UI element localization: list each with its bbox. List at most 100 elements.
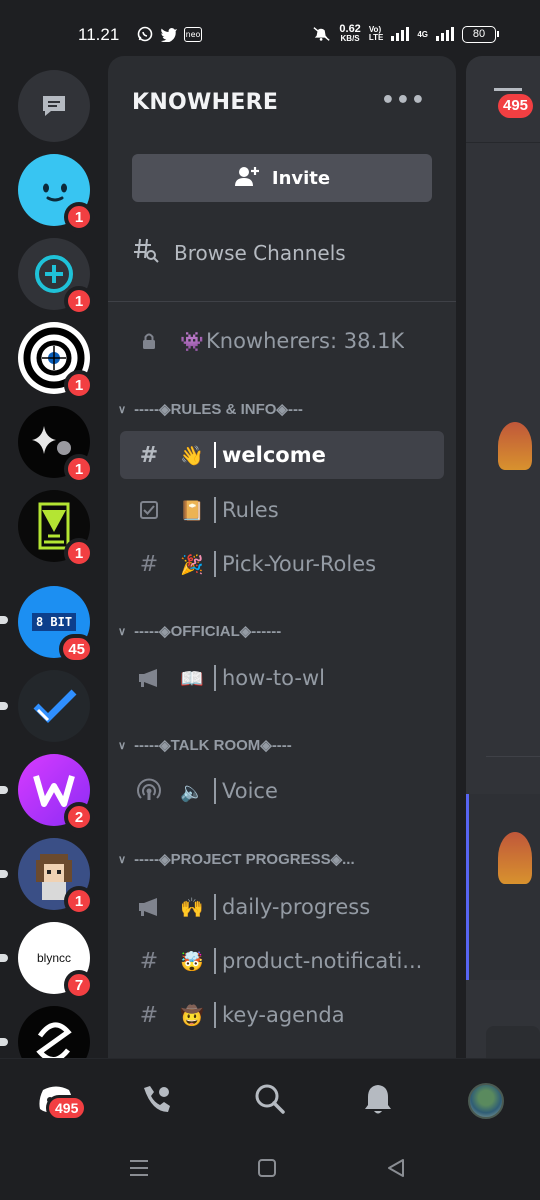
- hashtag-icon: #: [139, 948, 159, 974]
- network-type: 4G: [417, 29, 428, 39]
- channel-welcome[interactable]: # 👋 welcome: [120, 431, 444, 479]
- browse-channels-button[interactable]: Browse Channels: [132, 236, 346, 269]
- server-knot[interactable]: [18, 1006, 90, 1058]
- nav-notifications[interactable]: [356, 1079, 400, 1123]
- mind-blown-emoji: 🤯: [180, 950, 204, 973]
- member-count-row[interactable]: 👾 Knowherers: 38.1K: [120, 317, 444, 365]
- separator: [214, 778, 216, 804]
- category-project-progress[interactable]: ∨ -----◈PROJECT PROGRESS◈...: [118, 850, 355, 868]
- stage-voice-icon: [134, 778, 164, 804]
- separator: [214, 551, 216, 577]
- unread-badge: 45: [59, 634, 94, 664]
- notebook-emoji: 📔: [180, 499, 204, 522]
- unread-badge: 1: [64, 202, 94, 232]
- separator: [214, 948, 216, 974]
- wave-emoji: 👋: [180, 444, 204, 467]
- server-title[interactable]: KNOWHERE: [132, 90, 278, 115]
- twitter-icon: [160, 26, 178, 42]
- server-gem[interactable]: 1: [18, 490, 94, 568]
- server-plus[interactable]: 1: [18, 238, 94, 316]
- category-rules-info[interactable]: ∨ -----◈RULES & INFO◈---: [118, 400, 303, 418]
- unread-badge: 1: [64, 286, 94, 316]
- speaker-emoji: 🔈: [180, 780, 204, 803]
- search-icon: [254, 1083, 286, 1119]
- server-smiley[interactable]: 1: [18, 154, 94, 232]
- separator: [214, 442, 216, 468]
- whatsapp-icon: [136, 26, 154, 42]
- hamburger-icon: [494, 88, 522, 91]
- category-label: -----◈RULES & INFO◈---: [134, 401, 303, 418]
- channel-daily-progress[interactable]: 🙌 daily-progress: [120, 883, 444, 931]
- signal-bars-2-icon: [436, 27, 454, 41]
- unread-pill: [0, 870, 8, 878]
- cowboy-emoji: 🤠: [180, 1004, 204, 1027]
- party-emoji: 🎉: [180, 553, 204, 576]
- unread-badge: 495: [498, 94, 534, 118]
- divider: [108, 301, 456, 302]
- chevron-down-icon: ∨: [118, 853, 127, 866]
- chat-preview-strip[interactable]: 495: [466, 56, 540, 1058]
- highlighted-message: [466, 794, 540, 980]
- category-talk-room[interactable]: ∨ -----◈TALK ROOM◈----: [118, 736, 292, 754]
- server-8bit[interactable]: 8 BIT 45: [18, 586, 94, 664]
- channel-key-agenda[interactable]: # 🤠 key-agenda: [120, 991, 444, 1039]
- bottom-nav: 495: [0, 1058, 540, 1142]
- home-square-icon[interactable]: [257, 1158, 277, 1182]
- megaphone-icon: [134, 668, 164, 688]
- mute-icon: [313, 26, 331, 42]
- status-bar: 11.21 neo 0.62 KB/S Vo) LTE 4G 80: [0, 0, 540, 56]
- unread-pill: [0, 954, 8, 962]
- hashtag-icon: #: [139, 1002, 159, 1028]
- raised-hands-emoji: 🙌: [180, 896, 204, 919]
- separator: [214, 1002, 216, 1028]
- server-w[interactable]: 2: [18, 754, 94, 832]
- unread-badge: 1: [64, 886, 94, 916]
- signal-bars-icon: [391, 27, 410, 41]
- chat-bubble-icon: [18, 70, 90, 142]
- separator: [214, 665, 216, 691]
- category-label: -----◈PROJECT PROGRESS◈...: [134, 851, 355, 868]
- friends-icon: [140, 1084, 176, 1118]
- divider: [466, 142, 540, 143]
- bell-icon: [364, 1083, 392, 1119]
- channel-product-notifications[interactable]: # 🤯 product-notificati...: [120, 937, 444, 985]
- lock-icon: [134, 332, 164, 350]
- unread-badge: 7: [64, 970, 94, 1000]
- channel-label: daily-progress: [222, 895, 371, 919]
- server-blyncc[interactable]: blyncc 7: [18, 922, 94, 1000]
- back-triangle-icon[interactable]: [386, 1158, 406, 1182]
- nav-profile[interactable]: [464, 1079, 508, 1123]
- channel-label: how-to-wl: [222, 666, 325, 690]
- avatar: [498, 832, 532, 884]
- direct-messages-button[interactable]: [18, 70, 90, 142]
- server-check[interactable]: [18, 670, 90, 742]
- nav-search[interactable]: [248, 1079, 292, 1123]
- category-label: -----◈OFFICIAL◈------: [134, 623, 282, 640]
- more-options-icon[interactable]: •••: [381, 88, 426, 113]
- divider: [486, 756, 540, 757]
- unread-pill: [0, 616, 8, 624]
- unread-pill: [0, 1038, 8, 1046]
- chevron-down-icon: ∨: [118, 403, 127, 416]
- member-count-label: Knowherers: 38.1K: [206, 329, 405, 353]
- server-target[interactable]: 1: [18, 322, 94, 400]
- check-logo-icon: [18, 670, 90, 742]
- channel-rules[interactable]: 📔 Rules: [120, 486, 444, 534]
- server-rail: 1 1 1 1 1 8 BIT 45 2 1 blyncc 7: [0, 56, 108, 1058]
- unread-pill: [0, 786, 8, 794]
- channel-pick-your-roles[interactable]: # 🎉 Pick-Your-Roles: [120, 540, 444, 588]
- book-emoji: 📖: [180, 667, 204, 690]
- server-sparkle[interactable]: 1: [18, 406, 94, 484]
- category-official[interactable]: ∨ -----◈OFFICIAL◈------: [118, 622, 281, 640]
- nav-friends[interactable]: [136, 1079, 180, 1123]
- channel-label: product-notificati...: [222, 949, 423, 973]
- channel-panel: KNOWHERE ••• Invite Browse Channels 👾 Kn…: [108, 56, 456, 1058]
- channel-voice[interactable]: 🔈 Voice: [120, 767, 444, 815]
- channel-how-to-wl[interactable]: 📖 how-to-wl: [120, 654, 444, 702]
- volte-indicator: Vo) LTE: [368, 25, 384, 42]
- home-unread-badge: 495: [46, 1095, 88, 1121]
- server-pixel-avatar[interactable]: 1: [18, 838, 94, 916]
- alien-emoji: 👾: [180, 330, 204, 353]
- invite-button[interactable]: Invite: [132, 154, 432, 202]
- recent-apps-icon[interactable]: [128, 1158, 150, 1182]
